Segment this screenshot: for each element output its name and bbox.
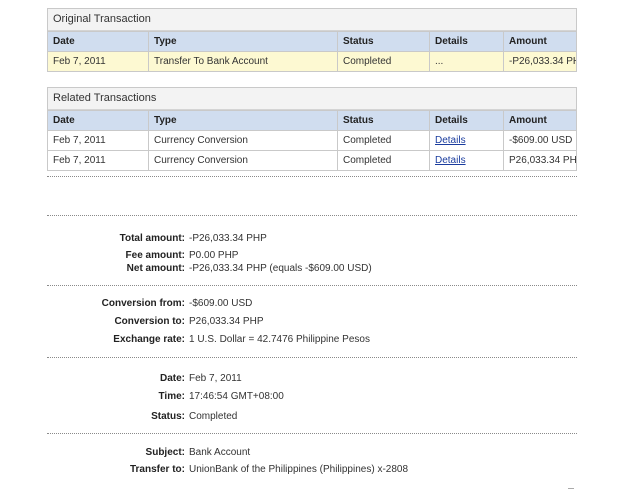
time-row: Time: 17:46:54 GMT+08:00 (0, 390, 640, 404)
status-row: Status: Completed (0, 410, 640, 424)
net-amount-row: Net amount: -P26,033.34 PHP (equals -$60… (0, 262, 640, 276)
divider (47, 285, 577, 286)
corner-mark (568, 488, 574, 489)
table-header-row: Date Type Status Details Amount (48, 31, 576, 52)
table-row: Feb 7, 2011 Currency Conversion Complete… (48, 130, 576, 151)
conversion-from-value: -$609.00 USD (189, 298, 253, 309)
total-amount-label: Total amount: (119, 233, 185, 244)
header-type: Type (148, 110, 338, 131)
cell-status: Completed (337, 51, 430, 71)
conversion-to-row: Conversion to: P26,033.34 PHP (0, 315, 640, 329)
table-header-row: Date Type Status Details Amount (48, 110, 576, 131)
cell-amount: P26,033.34 PHP (503, 150, 576, 170)
header-amount: Amount (503, 110, 576, 131)
header-amount: Amount (503, 31, 576, 52)
subject-value: Bank Account (189, 447, 251, 458)
divider (47, 433, 577, 434)
cell-date: Feb 7, 2011 (48, 150, 149, 170)
related-transactions-title: Related Transactions (48, 88, 576, 110)
conversion-to-label: Conversion to: (114, 316, 185, 327)
net-amount-label: Net amount: (126, 263, 185, 274)
exchange-rate-row: Exchange rate: 1 U.S. Dollar = 42.7476 P… (0, 333, 640, 347)
cell-date: Feb 7, 2011 (48, 51, 149, 71)
date-row: Date: Feb 7, 2011 (0, 372, 640, 386)
header-status: Status (337, 31, 430, 52)
original-transaction-panel: Original Transaction Date Type Status De… (47, 8, 577, 72)
cell-date: Feb 7, 2011 (48, 130, 149, 151)
cell-status: Completed (337, 150, 430, 170)
conversion-to-value: P26,033.34 PHP (189, 316, 264, 327)
net-amount-value: -P26,033.34 PHP (equals -$609.00 USD) (189, 263, 372, 274)
date-value: Feb 7, 2011 (189, 373, 242, 384)
original-transaction-title: Original Transaction (48, 9, 576, 31)
transfer-to-row: Transfer to: UnionBank of the Philippine… (0, 463, 640, 477)
cell-type: Currency Conversion (148, 150, 338, 170)
exchange-rate-value: 1 U.S. Dollar = 42.7476 Philippine Pesos (189, 334, 370, 345)
total-amount-row: Total amount: -P26,033.34 PHP (0, 232, 640, 246)
table-row: Feb 7, 2011 Currency Conversion Complete… (48, 150, 576, 170)
divider (47, 215, 577, 216)
related-transactions-panel: Related Transactions Date Type Status De… (47, 87, 577, 171)
fee-amount-value: P0.00 PHP (189, 250, 239, 261)
divider (47, 357, 577, 358)
status-label: Status: (151, 411, 185, 422)
header-details: Details (429, 110, 504, 131)
cell-details: ... (429, 51, 504, 71)
cell-type: Transfer To Bank Account (148, 51, 338, 71)
header-date: Date (48, 31, 149, 52)
conversion-from-label: Conversion from: (101, 298, 185, 309)
related-transactions-table: Date Type Status Details Amount Feb 7, 2… (48, 110, 576, 170)
divider (47, 176, 577, 177)
total-amount-value: -P26,033.34 PHP (189, 233, 267, 244)
cell-status: Completed (337, 130, 430, 151)
time-value: 17:46:54 GMT+08:00 (189, 391, 284, 402)
conversion-from-row: Conversion from: -$609.00 USD (0, 297, 640, 311)
exchange-rate-label: Exchange rate: (113, 334, 185, 345)
details-link[interactable]: Details (435, 155, 466, 166)
fee-amount-label: Fee amount: (125, 250, 185, 261)
cell-type: Currency Conversion (148, 130, 338, 151)
cell-details: Details (429, 130, 504, 151)
transfer-to-value: UnionBank of the Philippines (Philippine… (189, 464, 409, 475)
transfer-to-label: Transfer to: (129, 464, 185, 475)
header-date: Date (48, 110, 149, 131)
table-row: Feb 7, 2011 Transfer To Bank Account Com… (48, 51, 576, 71)
original-transaction-table: Date Type Status Details Amount Feb 7, 2… (48, 31, 576, 71)
fee-amount-row: Fee amount: P0.00 PHP (0, 249, 640, 263)
status-value: Completed (189, 411, 238, 422)
header-details: Details (429, 31, 504, 52)
subject-label: Subject: (145, 447, 185, 458)
cell-amount: -P26,033.34 PHP (503, 51, 576, 71)
cell-amount: -$609.00 USD (503, 130, 576, 151)
subject-row: Subject: Bank Account (0, 446, 640, 460)
header-status: Status (337, 110, 430, 131)
details-link[interactable]: Details (435, 135, 466, 146)
time-label: Time: (158, 391, 186, 402)
header-type: Type (148, 31, 338, 52)
date-label: Date: (159, 373, 185, 384)
cell-details: Details (429, 150, 504, 170)
